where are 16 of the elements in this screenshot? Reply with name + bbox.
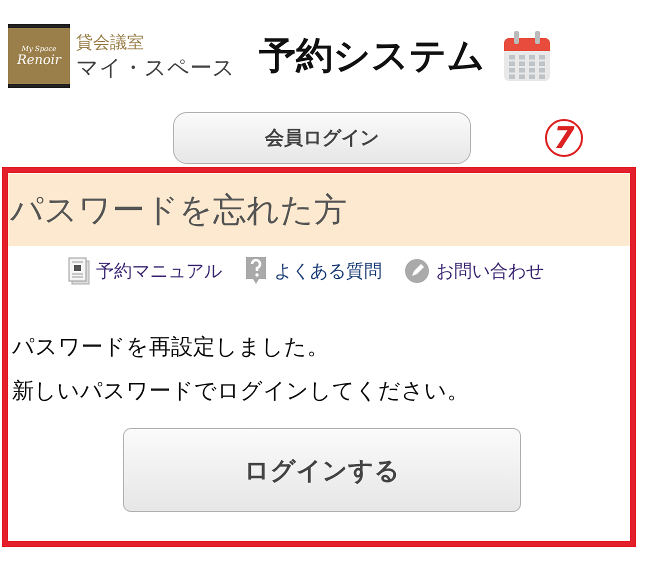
- member-login-button[interactable]: 会員ログイン: [173, 112, 471, 164]
- document-icon: [68, 257, 90, 285]
- step-marker: 7: [545, 119, 583, 157]
- section-heading: パスワードを忘れた方: [8, 174, 630, 246]
- question-icon: [244, 256, 268, 286]
- logo-name: マイ・スペース: [76, 55, 235, 83]
- help-link[interactable]: よくある質問: [244, 256, 382, 286]
- calendar-icon: [503, 30, 551, 82]
- help-link[interactable]: お問い合わせ: [404, 258, 544, 284]
- logo-category: 貸会議室: [76, 32, 145, 54]
- confirmation-message: パスワードを再設定しました。 新しいパスワードでログインしてください。: [12, 334, 470, 406]
- page-title: 予約システム: [259, 33, 485, 79]
- help-link[interactable]: 予約マニュアル: [68, 257, 222, 285]
- login-button[interactable]: ログインする: [123, 428, 521, 512]
- pencil-icon: [404, 258, 430, 284]
- logo-brand: Renoir: [16, 52, 62, 68]
